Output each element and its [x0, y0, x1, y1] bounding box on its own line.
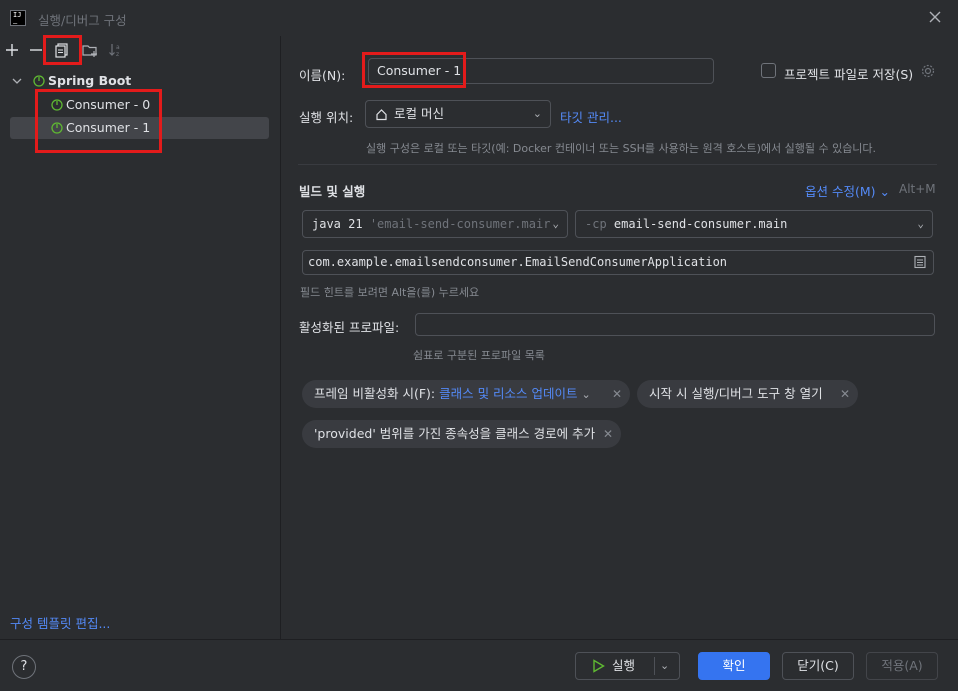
active-profiles-hint: 쉼표로 구분된 프로파일 목록 — [413, 349, 545, 362]
config-form: 이름(N): Consumer - 1 프로젝트 파일로 저장(S) 실행 위치… — [282, 36, 958, 639]
chevron-down-icon: ⌄ — [552, 217, 559, 230]
chevron-down-icon[interactable] — [12, 77, 22, 85]
title-bar: IJ — 실행/디버그 구성 — [0, 0, 958, 36]
run-icon — [593, 659, 605, 673]
cp-value: email-send-consumer.main — [613, 217, 788, 231]
chevron-down-icon: ⌄ — [917, 217, 924, 230]
window-title: 실행/디버그 구성 — [38, 13, 127, 28]
build-run-title: 빌드 및 실행 — [299, 184, 366, 199]
remove-chip-icon[interactable]: ✕ — [612, 380, 622, 408]
run-button[interactable]: 실행 — [576, 653, 654, 679]
modify-options-link[interactable]: 옵션 수정(M) ⌄ — [805, 181, 890, 200]
run-button-group: 실행 ⌄ — [575, 652, 680, 680]
add-provided-scope-chip[interactable]: 'provided' 범위를 가진 종속성을 클래스 경로에 추가 ✕ — [302, 420, 621, 448]
jdk-module: 'email-send-consumer.mair — [369, 217, 551, 231]
main-class-input[interactable]: com.example.emailsendconsumer.EmailSendC… — [302, 250, 934, 275]
gear-icon[interactable] — [920, 63, 936, 79]
chevron-down-icon[interactable]: ⌄ — [660, 653, 669, 679]
jdk-version: java 21 — [312, 217, 363, 231]
active-profiles-label: 활성화된 프로파일: — [299, 320, 400, 335]
chevron-down-icon: ⌄ — [581, 388, 591, 401]
run-on-value: 로컬 머신 — [394, 106, 444, 121]
highlight-copy-button — [43, 35, 82, 65]
divider — [298, 164, 937, 165]
field-hint: 필드 힌트를 보려면 Alt을(를) 누르세요 — [300, 286, 480, 299]
run-on-label: 실행 위치: — [299, 110, 354, 125]
highlight-consumer-items — [35, 89, 162, 153]
new-folder-icon[interactable] — [80, 40, 100, 60]
spring-boot-icon — [33, 75, 45, 87]
remove-chip-icon[interactable]: ✕ — [603, 420, 613, 448]
close-button[interactable]: 닫기(C) — [782, 652, 854, 680]
svg-text:a: a — [116, 44, 120, 51]
store-as-project-file-checkbox[interactable] — [761, 63, 776, 78]
active-profiles-input[interactable] — [415, 313, 935, 336]
run-on-hint: 실행 구성은 로컬 또는 타깃(예: Docker 컨테이너 또는 SSH를 사… — [366, 142, 877, 155]
remove-chip-icon[interactable]: ✕ — [840, 380, 850, 408]
help-button[interactable]: ? — [12, 655, 36, 679]
chevron-down-icon: ⌄ — [532, 107, 542, 120]
dialog-footer: ? 실행 ⌄ 확인 닫기(C) 적용(A) — [0, 639, 958, 691]
open-tool-window-chip[interactable]: 시작 시 실행/디버그 도구 창 열기 ✕ — [637, 380, 858, 408]
home-icon — [376, 109, 387, 121]
on-frame-deactivation-chip[interactable]: 프레임 비활성화 시(F): 클래스 및 리소스 업데이트 ⌄ ✕ — [302, 380, 630, 408]
svg-text:z: z — [116, 51, 119, 58]
modify-options-shortcut: Alt+M — [899, 182, 936, 196]
store-as-project-file-label: 프로젝트 파일로 저장(S) — [784, 67, 914, 82]
apply-button[interactable]: 적용(A) — [866, 652, 938, 680]
tree-root-label: Spring Boot — [48, 73, 132, 88]
split-divider — [654, 657, 655, 675]
classpath-dropdown[interactable]: -cp email-send-consumer.main ⌄ — [575, 210, 933, 238]
close-icon[interactable] — [926, 8, 944, 26]
on-frame-deactivation-value[interactable]: 클래스 및 리소스 업데이트 — [439, 386, 577, 401]
highlight-name-field — [362, 52, 466, 88]
browse-icon[interactable] — [913, 255, 927, 269]
cp-prefix: -cp — [585, 217, 607, 231]
intellij-logo-icon: IJ — — [10, 10, 26, 27]
ok-button[interactable]: 확인 — [698, 652, 770, 680]
sort-icon[interactable]: a z — [106, 40, 126, 60]
run-on-dropdown[interactable]: 로컬 머신 ⌄ — [365, 100, 551, 128]
add-icon[interactable] — [2, 40, 22, 60]
jdk-dropdown[interactable]: java 21 'email-send-consumer.mair ⌄ — [302, 210, 568, 238]
name-label: 이름(N): — [299, 68, 346, 83]
manage-targets-link[interactable]: 타깃 관리... — [560, 107, 622, 126]
chevron-down-icon: ⌄ — [879, 184, 890, 199]
edit-templates-link[interactable]: 구성 템플릿 편집... — [10, 613, 110, 632]
